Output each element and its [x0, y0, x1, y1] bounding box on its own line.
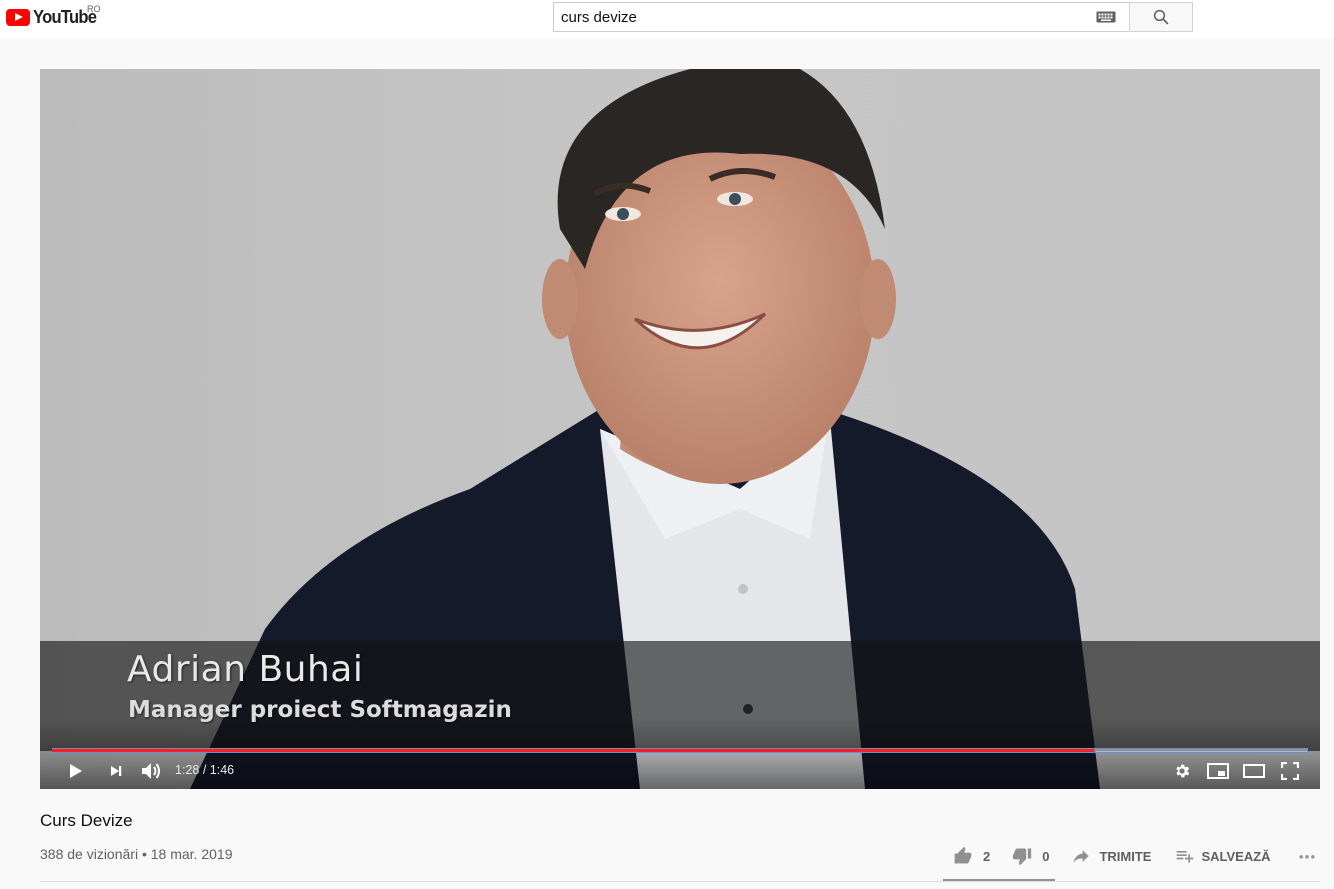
search-icon: [1153, 9, 1169, 25]
dislike-count: 0: [1042, 848, 1050, 864]
video-actions: 2 0 TRIMITE SALVEAZĂ: [945, 843, 1317, 869]
upload-date: 18 mar. 2019: [150, 846, 233, 862]
thumbs-up-icon: [954, 846, 972, 864]
theater-icon: [1243, 764, 1265, 778]
thumbs-down-icon: [1013, 848, 1032, 866]
time-current: 1:28: [175, 763, 200, 777]
search-button[interactable]: [1129, 2, 1193, 32]
save-button[interactable]: SALVEAZĂ: [1175, 846, 1271, 866]
save-label: SALVEAZĂ: [1201, 848, 1271, 864]
time-separator: /: [199, 763, 210, 777]
divider: [40, 881, 1320, 882]
share-icon: [1073, 850, 1089, 863]
progress-played: [52, 749, 1095, 752]
time-display: 1:28 / 1:46: [175, 763, 234, 777]
youtube-play-logo-icon: [6, 8, 30, 26]
dislike-button[interactable]: 0: [1012, 846, 1049, 866]
share-label: TRIMITE: [1099, 848, 1152, 864]
theater-mode-button[interactable]: [1242, 759, 1266, 783]
view-count: 388 de vizionări: [40, 846, 139, 862]
video-meta: 388 de vizionări • 18 mar. 2019: [40, 846, 232, 862]
settings-button[interactable]: [1171, 759, 1193, 783]
controls-gradient: [40, 719, 1320, 789]
fullscreen-button[interactable]: [1279, 759, 1301, 783]
search-input[interactable]: [553, 2, 1129, 32]
like-button[interactable]: 2: [953, 846, 990, 866]
playlist-add-icon: [1177, 851, 1194, 863]
play-icon: [70, 764, 82, 778]
search-form: [553, 2, 1193, 32]
volume-icon: [142, 763, 160, 779]
meta-separator: •: [138, 846, 151, 862]
play-button[interactable]: [64, 759, 86, 783]
next-icon: [111, 766, 122, 776]
like-count: 2: [983, 848, 991, 864]
progress-bar[interactable]: [52, 747, 1308, 754]
share-button[interactable]: TRIMITE: [1071, 846, 1151, 866]
time-duration: 1:46: [209, 763, 235, 777]
volume-button[interactable]: [139, 759, 163, 783]
miniplayer-button[interactable]: [1206, 759, 1230, 783]
more-horizontal-icon: [1299, 855, 1315, 859]
next-button[interactable]: [106, 759, 126, 783]
video-title: Curs Devize: [40, 811, 133, 830]
fullscreen-icon: [1281, 762, 1299, 780]
video-player[interactable]: Adrian Buhai Manager proiect Softmagazin…: [40, 69, 1320, 789]
lower-third-name: Adrian Buhai: [127, 649, 364, 690]
masthead: YouTube RO: [0, 0, 1334, 38]
keyboard-icon[interactable]: [1096, 11, 1116, 23]
miniplayer-icon: [1207, 763, 1229, 779]
country-code: RO: [87, 4, 101, 14]
settings-icon: [1176, 764, 1190, 778]
more-actions-button[interactable]: [1297, 846, 1317, 866]
